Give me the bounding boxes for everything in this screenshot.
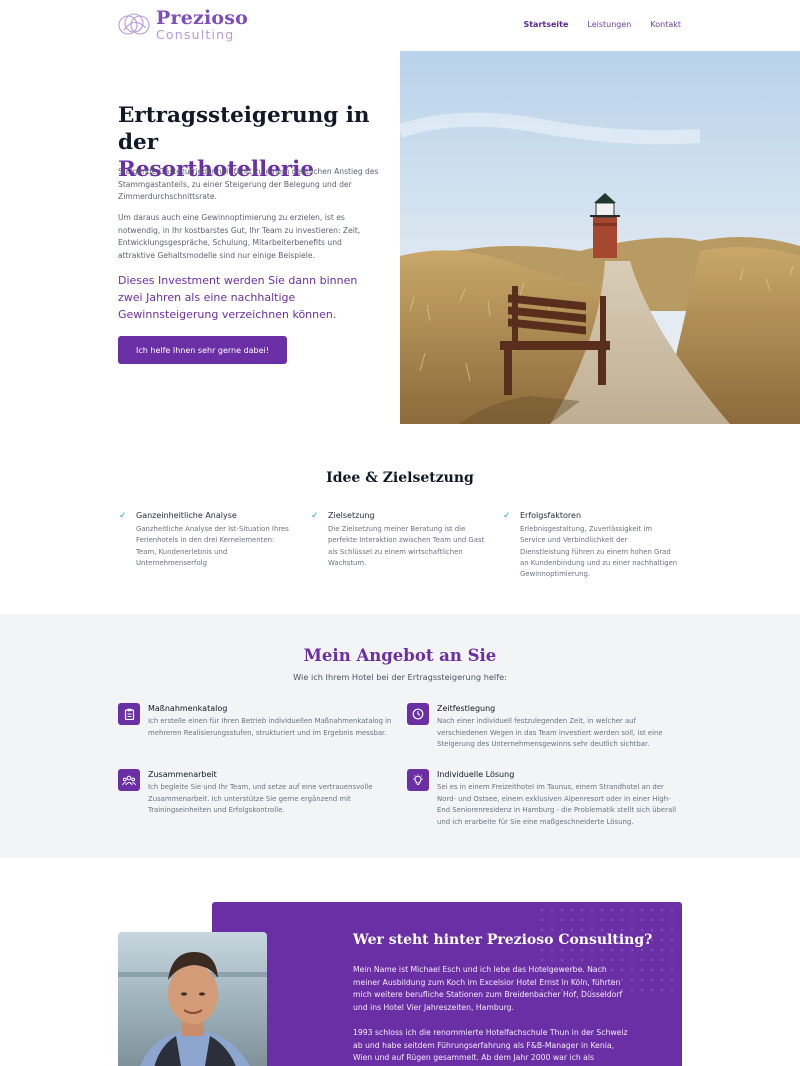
angebot-subtitle: Wie ich Ihrem Hotel bei der Ertragssteig… <box>293 672 507 682</box>
offer-title: Zeitfestlegung <box>437 704 496 713</box>
site-header: Prezioso Consulting Startseite Leistunge… <box>0 0 800 50</box>
feature-title: Zielsetzung <box>328 511 375 520</box>
feature-text: Die Zielsetzung meiner Beratung ist die … <box>328 525 485 567</box>
check-icon: ✓ <box>503 511 511 521</box>
nav-kontakt[interactable]: Kontakt <box>650 20 681 29</box>
offer-text: Sei es in einem Freizeithotel im Taunus,… <box>437 783 677 826</box>
team-icon <box>118 769 140 791</box>
offer-massnahmenkatalog: Maßnahmenkatalog Ich erstelle einen für … <box>118 703 393 739</box>
clock-icon <box>407 703 429 725</box>
offer-text: Ich erstelle einen für Ihren Betrieb ind… <box>148 717 392 737</box>
offer-title: Zusammenarbeit <box>148 770 217 779</box>
feature-zielsetzung: ✓ Zielsetzung Die Zielsetzung meiner Ber… <box>311 511 486 569</box>
nav-leistungen[interactable]: Leistungen <box>587 20 631 29</box>
offer-text: Ich begleite Sie und Ihr Team, und setze… <box>148 783 373 814</box>
clipboard-icon <box>118 703 140 725</box>
offer-text: Nach einer individuell festzulegenden Ze… <box>437 717 663 748</box>
about-paragraph-2: 1993 schloss ich die renommierte Hotelfa… <box>353 1028 628 1063</box>
feature-analyse: ✓ Ganzeinheitliche Analyse Ganzheitliche… <box>119 511 294 569</box>
angebot-title: Mein Angebot an Sie <box>303 646 497 665</box>
portrait-photo <box>118 932 267 1066</box>
main-nav: Startseite Leistungen Kontakt <box>523 20 681 29</box>
logo-subtitle: Consulting <box>156 27 235 42</box>
idee-title: Idee & Zielsetzung <box>326 470 474 486</box>
feature-text: Ganzheitliche Analyse der Ist-Situation … <box>136 525 289 567</box>
logo-name: Prezioso <box>156 7 249 29</box>
check-icon: ✓ <box>311 511 319 521</box>
hero-paragraph-1: Steigende Gästezufriedenheit führt zu ei… <box>118 167 379 201</box>
hero-paragraph-2: Um daraus auch eine Gewinnoptimierung zu… <box>118 213 361 260</box>
feature-title: Erfolgsfaktoren <box>520 511 582 520</box>
feature-title: Ganzeinheitliche Analyse <box>136 511 237 520</box>
logo[interactable]: Prezioso Consulting <box>118 9 248 42</box>
about-paragraph-1: Mein Name ist Michael Esch und ich lebe … <box>353 965 623 1012</box>
feature-erfolgsfaktoren: ✓ Erfolgsfaktoren Erlebnisgestaltung, Zu… <box>503 511 678 580</box>
offer-zusammenarbeit: Zusammenarbeit Ich begleite Sie und Ihr … <box>118 769 393 817</box>
cta-button[interactable]: Ich helfe Ihnen sehr gerne dabei! <box>118 336 287 364</box>
nav-startseite[interactable]: Startseite <box>523 20 568 29</box>
feature-text: Erlebnisgestaltung, Zuverlässigkeit im S… <box>520 525 678 579</box>
hero-title-line1: Ertragssteigerung in der <box>118 103 370 155</box>
offer-title: Individuelle Lösung <box>437 770 515 779</box>
check-icon: ✓ <box>119 511 127 521</box>
hero-image <box>400 51 800 424</box>
about-title: Wer steht hinter Prezioso Consulting? <box>353 932 653 948</box>
logo-mark-icon <box>118 10 152 40</box>
offer-zeitfestlegung: Zeitfestlegung Nach einer individuell fe… <box>407 703 682 751</box>
lightbulb-icon <box>407 769 429 791</box>
offer-title: Maßnahmenkatalog <box>148 704 228 713</box>
offer-individuelle-loesung: Individuelle Lösung Sei es in einem Frei… <box>407 769 682 828</box>
hero-lead: Dieses Investment werden Sie dann binnen… <box>118 274 358 321</box>
